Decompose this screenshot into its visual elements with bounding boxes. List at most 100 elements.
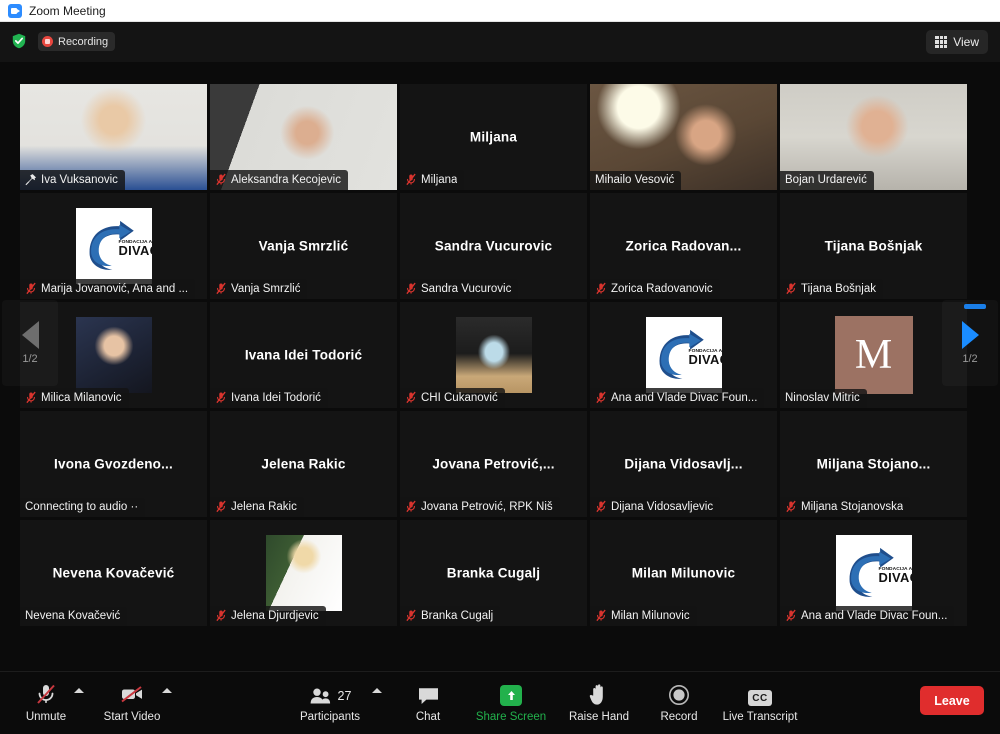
participant-tile[interactable]: Milan Milunovic Milan Milunovic bbox=[590, 520, 777, 626]
participant-tile[interactable]: FONDACIJA ANA I VLADEDIVACMarija Jovanov… bbox=[20, 193, 207, 299]
microphone-muted-icon bbox=[596, 282, 606, 295]
participant-nameplate-label: CHI Čukanović bbox=[421, 391, 498, 404]
participant-tile[interactable]: Vanja Smrzlić Vanja Smrzlić bbox=[210, 193, 397, 299]
participants-icon: 27 bbox=[309, 680, 352, 706]
participant-nameplate-label: Milica Milanovic bbox=[41, 391, 122, 404]
participant-avatar-photo bbox=[455, 317, 532, 393]
participant-tile[interactable]: Ivana Idei Todorić Ivana Idei Todorić bbox=[210, 302, 397, 408]
participant-nameplate-label: Tijana Bošnjak bbox=[801, 282, 877, 295]
participant-nameplate: CHI Čukanović bbox=[400, 388, 505, 408]
participant-tile[interactable]: M Ninoslav Mitric bbox=[780, 302, 967, 408]
gallery-scroll-indicator[interactable] bbox=[964, 304, 986, 309]
share-screen-icon bbox=[500, 680, 522, 706]
participant-tile[interactable]: Ivona Gvozdeno... Connecting to audio ·· bbox=[20, 411, 207, 517]
video-options-caret-icon[interactable] bbox=[162, 688, 172, 693]
microphone-muted-icon bbox=[216, 173, 226, 186]
raise-hand-button[interactable]: Raise Hand bbox=[553, 680, 645, 723]
microphone-muted-icon bbox=[216, 282, 226, 295]
participant-tile[interactable]: Jovana Petrović,... Jovana Petrović, RPK … bbox=[400, 411, 587, 517]
participant-tile[interactable]: Mihailo Vesović bbox=[590, 84, 777, 190]
start-video-label: Start Video bbox=[103, 711, 161, 723]
live-transcript-button[interactable]: CC Live Transcript bbox=[714, 680, 806, 723]
record-button[interactable]: Record bbox=[633, 680, 725, 723]
microphone-muted-icon bbox=[406, 391, 416, 404]
participant-display-name: Milan Milunovic bbox=[631, 565, 736, 581]
view-button[interactable]: View bbox=[926, 30, 988, 54]
participant-tile[interactable]: Branka Cugalj Branka Cugalj bbox=[400, 520, 587, 626]
participant-nameplate-label: Miljana Stojanovska bbox=[801, 500, 904, 513]
participant-nameplate-label: Miljana bbox=[421, 173, 458, 186]
participant-nameplate-label: Ana and Vlade Divac Foun... bbox=[611, 391, 758, 404]
participant-nameplate: Iva Vuksanovic bbox=[20, 170, 125, 190]
next-page-label: 1/2 bbox=[962, 353, 978, 365]
next-page-button[interactable]: 1/2 bbox=[942, 300, 998, 386]
recording-label: Recording bbox=[58, 35, 109, 48]
participant-nameplate: Ninoslav Mitric bbox=[780, 389, 867, 408]
zoom-video-icon bbox=[8, 3, 22, 18]
start-video-button[interactable]: Start Video bbox=[86, 680, 178, 723]
participant-tile[interactable]: FONDACIJA ANA I VLADEDIVACAna and Vlade … bbox=[590, 302, 777, 408]
participant-nameplate: Miljana bbox=[400, 170, 465, 190]
participant-tile[interactable]: Miljana Stojano... Miljana Stojanovska bbox=[780, 411, 967, 517]
view-button-label: View bbox=[953, 35, 979, 49]
microphone-muted-icon bbox=[216, 391, 226, 404]
participant-nameplate: Jelena Djurdjevic bbox=[210, 606, 326, 626]
chat-label: Chat bbox=[415, 711, 441, 723]
previous-page-label: 1/2 bbox=[22, 353, 38, 365]
participant-tile[interactable]: CHI Čukanović bbox=[400, 302, 587, 408]
participant-nameplate-label: Sandra Vucurovic bbox=[421, 282, 512, 295]
encryption-shield-icon[interactable] bbox=[11, 33, 27, 49]
participant-tile[interactable]: Jelena Rakic Jelena Rakic bbox=[210, 411, 397, 517]
participant-nameplate: Aleksandra Kecojevic bbox=[210, 170, 348, 190]
recording-indicator[interactable]: Recording bbox=[38, 32, 116, 51]
participant-tile[interactable]: Miljana Miljana bbox=[400, 84, 587, 190]
participants-button[interactable]: 27 Participants bbox=[284, 680, 376, 723]
participant-avatar-logo: FONDACIJA ANA I VLADEDIVAC bbox=[75, 208, 152, 284]
participant-nameplate: Ana and Vlade Divac Foun... bbox=[590, 388, 765, 408]
participant-tile[interactable]: Nevena Kovačević Nevena Kovačević bbox=[20, 520, 207, 626]
participant-nameplate-label: Marija Jovanović, Ana and ... bbox=[41, 282, 189, 295]
leave-button[interactable]: Leave bbox=[920, 686, 984, 715]
participants-options-caret-icon[interactable] bbox=[372, 688, 382, 693]
participant-tile[interactable]: Zorica Radovan... Zorica Radovanovic bbox=[590, 193, 777, 299]
participant-tile[interactable]: Iva Vuksanovic bbox=[20, 84, 207, 190]
participant-nameplate-label: Aleksandra Kecojevic bbox=[231, 173, 341, 186]
participant-tile[interactable]: FONDACIJA ANA I VLADEDIVACAna and Vlade … bbox=[780, 520, 967, 626]
meeting-toolbar: Unmute Start Video 27 Participants Chat … bbox=[0, 671, 1000, 734]
share-screen-button[interactable]: Share Screen bbox=[465, 680, 557, 723]
participant-display-name: Jelena Rakic bbox=[261, 456, 346, 472]
meeting-top-bar: Recording View bbox=[0, 22, 1000, 62]
participant-tile[interactable]: Sandra Vucurovic Sandra Vucurovic bbox=[400, 193, 587, 299]
participant-nameplate: Vanja Smrzlić bbox=[210, 279, 308, 299]
closed-caption-icon: CC bbox=[748, 680, 772, 706]
participant-tile[interactable]: Aleksandra Kecojevic bbox=[210, 84, 397, 190]
participant-nameplate-label: Zorica Radovanovic bbox=[611, 282, 713, 295]
participants-count: 27 bbox=[337, 689, 352, 703]
participant-nameplate: Jovana Petrović, RPK Niš bbox=[400, 497, 560, 517]
participant-nameplate: Bojan Urdarević bbox=[780, 171, 874, 190]
audio-options-caret-icon[interactable] bbox=[74, 688, 84, 693]
chat-button[interactable]: Chat bbox=[382, 680, 474, 723]
participant-nameplate-label: Jelena Djurdjevic bbox=[231, 609, 319, 622]
participant-nameplate: Ana and Vlade Divac Foun... bbox=[780, 606, 955, 626]
microphone-muted-icon bbox=[34, 680, 58, 706]
participant-tile[interactable]: Dijana Vidosavlj... Dijana Vidosavljevic bbox=[590, 411, 777, 517]
participant-display-name: Zorica Radovan... bbox=[625, 238, 742, 254]
participant-nameplate-label: Iva Vuksanovic bbox=[41, 173, 118, 186]
participant-tile[interactable]: Bojan Urdarević bbox=[780, 84, 967, 190]
participant-nameplate: Nevena Kovačević bbox=[20, 607, 128, 626]
participant-tile[interactable]: Jelena Djurdjevic bbox=[210, 520, 397, 626]
microphone-muted-icon bbox=[26, 391, 36, 404]
participant-display-name: Tijana Bošnjak bbox=[824, 238, 923, 254]
participant-nameplate: Zorica Radovanovic bbox=[590, 279, 720, 299]
previous-page-button[interactable]: 1/2 bbox=[2, 300, 58, 386]
participant-nameplate: Tijana Bošnjak bbox=[780, 279, 884, 299]
participant-nameplate: Mihailo Vesović bbox=[590, 171, 682, 190]
record-stop-icon bbox=[42, 36, 53, 47]
participant-nameplate: Dijana Vidosavljevic bbox=[590, 497, 721, 517]
chat-bubble-icon bbox=[417, 680, 440, 706]
unmute-button[interactable]: Unmute bbox=[0, 680, 92, 723]
participant-nameplate: Sandra Vucurovic bbox=[400, 279, 519, 299]
participant-nameplate-label: Milan Milunovic bbox=[611, 609, 690, 622]
participant-tile[interactable]: Tijana Bošnjak Tijana Bošnjak bbox=[780, 193, 967, 299]
